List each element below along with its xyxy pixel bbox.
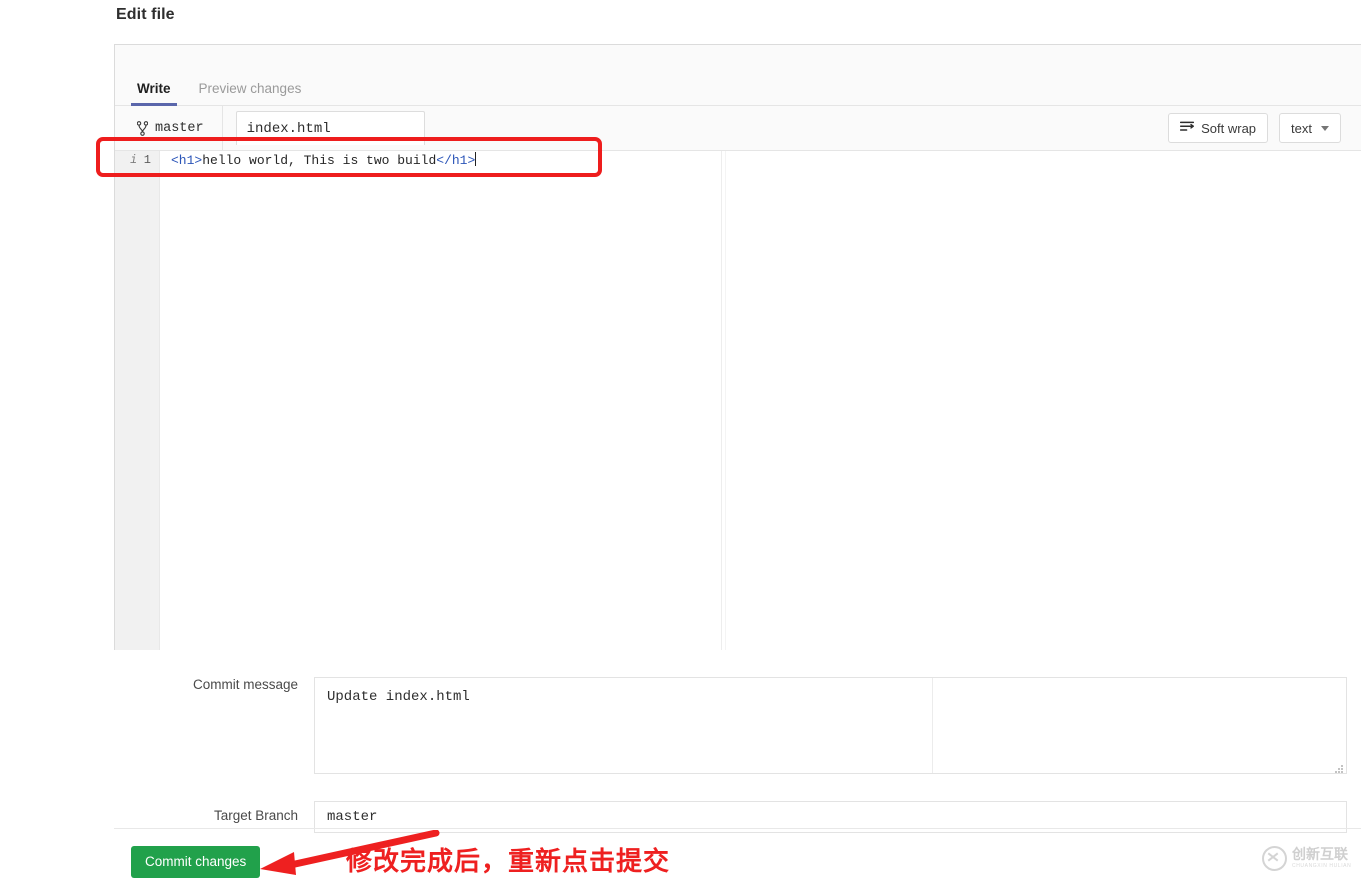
editor-ruler — [721, 151, 722, 650]
form-divider — [114, 828, 1361, 829]
code-content: <h1>hello world, This is two build</h1> — [159, 151, 477, 170]
watermark-cn: 创新互联 — [1292, 847, 1348, 863]
target-branch-label: Target Branch — [213, 808, 298, 823]
line-info-icon: i — [130, 154, 137, 167]
branch-selector[interactable]: master — [115, 106, 223, 150]
commit-message-wrapper — [314, 677, 1347, 774]
line-number: 1 — [143, 153, 151, 167]
soft-wrap-label: Soft wrap — [1201, 120, 1257, 136]
commit-message-label: Commit message — [192, 677, 298, 692]
tab-write[interactable]: Write — [131, 81, 177, 106]
file-header-row: master Soft wrap text — [115, 106, 1361, 151]
watermark-logo-icon — [1262, 846, 1287, 871]
code-editor[interactable]: i 1 <h1>hello world, This is two build</… — [115, 151, 1361, 650]
editor-gutter — [115, 151, 160, 650]
syntax-mode-dropdown[interactable]: text — [1279, 113, 1341, 143]
page-title: Edit file — [116, 6, 175, 23]
editor-toolbar: Soft wrap text — [1168, 113, 1341, 143]
syntax-mode-label: text — [1291, 120, 1312, 136]
annotation-note: 修改完成后，重新点击提交 — [346, 847, 671, 877]
code-inner-text: hello world, This is two build — [202, 153, 437, 168]
commit-message-row: Commit message — [114, 677, 1361, 774]
chevron-down-icon — [1321, 125, 1329, 131]
resize-handle[interactable] — [1334, 761, 1344, 773]
editor-ruler-secondary — [725, 151, 726, 650]
filename-input[interactable] — [235, 111, 425, 145]
branch-name: master — [155, 120, 204, 136]
commit-message-input[interactable] — [314, 677, 1347, 774]
editor-card: Write Preview changes master index.html … — [114, 44, 1361, 650]
wrap-text-icon — [1180, 121, 1195, 136]
code-line-1[interactable]: i 1 <h1>hello world, This is two build</… — [115, 151, 1361, 170]
commit-form: Commit message Target Branch — [114, 651, 1361, 833]
tab-preview-changes[interactable]: Preview changes — [193, 81, 308, 106]
code-open-tag: <h1> — [171, 153, 203, 168]
code-close-tag: </h1> — [436, 153, 476, 168]
branch-icon — [137, 120, 148, 136]
watermark-texts: 创新互联 CHUANGXIN HULIAN — [1292, 848, 1351, 869]
watermark: 创新互联 CHUANGXIN HULIAN — [1262, 846, 1351, 871]
commit-changes-button[interactable]: Commit changes — [131, 846, 261, 878]
text-cursor — [475, 152, 477, 166]
commit-message-guide — [932, 678, 933, 773]
soft-wrap-button[interactable]: Soft wrap — [1168, 113, 1269, 143]
watermark-en: CHUANGXIN HULIAN — [1292, 863, 1352, 869]
editor-tabs: Write Preview changes — [115, 45, 1361, 106]
